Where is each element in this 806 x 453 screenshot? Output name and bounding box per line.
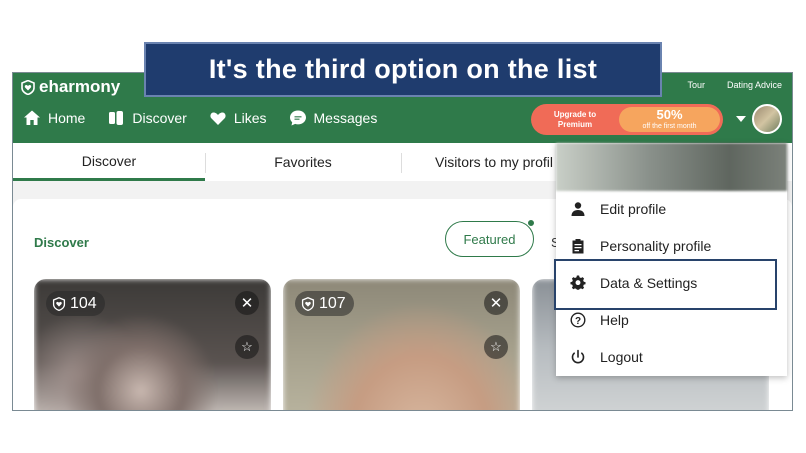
- nav-discover-label: Discover: [132, 110, 187, 126]
- compatibility-score: 107: [319, 294, 346, 312]
- star-icon[interactable]: ☆: [235, 335, 259, 359]
- tab-favorites[interactable]: Favorites: [206, 143, 400, 181]
- section-title: Discover: [34, 235, 89, 250]
- discount-pill: 50% off the first month: [619, 107, 720, 132]
- discover-icon: [109, 111, 124, 125]
- logo-text: eharmony: [39, 77, 121, 96]
- upgrade-premium-button[interactable]: Upgrade to Premium 50% off the first mon…: [531, 104, 723, 135]
- upgrade-text: Upgrade to Premium: [531, 104, 619, 135]
- menu-item-label: Personality profile: [600, 238, 712, 254]
- svg-text:?: ?: [575, 316, 581, 327]
- compatibility-badge: 107: [295, 291, 354, 316]
- top-link-tour[interactable]: Tour: [687, 80, 705, 90]
- menu-item-logout[interactable]: Logout: [556, 339, 787, 375]
- top-links: Tour Dating Advice: [687, 80, 782, 90]
- help-icon: ?: [570, 312, 586, 328]
- compatibility-score: 104: [70, 294, 97, 312]
- person-icon: [571, 202, 585, 216]
- nav-discover[interactable]: Discover: [107, 109, 187, 127]
- top-link-dating-advice[interactable]: Dating Advice: [727, 80, 782, 90]
- menu-item-label: Edit profile: [600, 201, 667, 217]
- close-icon[interactable]: ✕: [235, 291, 259, 315]
- featured-filter-button[interactable]: Featured: [445, 219, 535, 257]
- compatibility-badge: 104: [46, 291, 105, 316]
- close-icon[interactable]: ✕: [484, 291, 508, 315]
- caption-banner: It's the third option on the list: [144, 42, 662, 97]
- nav-home[interactable]: Home: [23, 109, 85, 127]
- chevron-down-icon[interactable]: [736, 116, 746, 122]
- tab-divider: [401, 153, 402, 173]
- dropdown-profile-header[interactable]: [556, 143, 787, 191]
- profile-card[interactable]: 104 ✕ ☆: [34, 279, 271, 410]
- nav-messages-label: Messages: [313, 110, 378, 126]
- featured-label: Featured: [463, 231, 516, 247]
- menu-item-edit-profile[interactable]: Edit profile: [556, 191, 787, 227]
- notification-dot: [527, 219, 535, 227]
- clipboard-icon: [572, 239, 584, 254]
- menu-item-label: Help: [600, 312, 629, 328]
- home-icon: [24, 110, 40, 125]
- chat-icon: [289, 110, 306, 126]
- discount-percent: 50%: [656, 107, 683, 122]
- star-icon[interactable]: ☆: [484, 335, 508, 359]
- upgrade-line2: Premium: [557, 119, 593, 129]
- tab-discover[interactable]: Discover: [13, 143, 205, 181]
- highlight-box: [554, 259, 777, 310]
- main-nav: Home Discover Likes Messages: [23, 109, 377, 127]
- shield-heart-icon: [52, 296, 66, 311]
- menu-item-label: Logout: [600, 349, 643, 365]
- shield-heart-icon: [21, 79, 35, 95]
- nav-likes-label: Likes: [233, 110, 267, 126]
- heart-icon: [210, 112, 226, 125]
- profile-card[interactable]: 107 ✕ ☆: [283, 279, 520, 410]
- shield-heart-icon: [301, 296, 315, 311]
- nav-messages[interactable]: Messages: [289, 109, 378, 127]
- nav-likes[interactable]: Likes: [209, 109, 267, 127]
- logo[interactable]: eharmony: [21, 77, 120, 97]
- upgrade-line1: Upgrade to: [553, 109, 597, 119]
- avatar[interactable]: [752, 104, 782, 134]
- app-window: eharmony Tour Dating Advice Home Discove…: [12, 72, 793, 411]
- power-icon: [571, 349, 585, 364]
- discount-subtext: off the first month: [642, 123, 697, 130]
- nav-home-label: Home: [48, 110, 86, 126]
